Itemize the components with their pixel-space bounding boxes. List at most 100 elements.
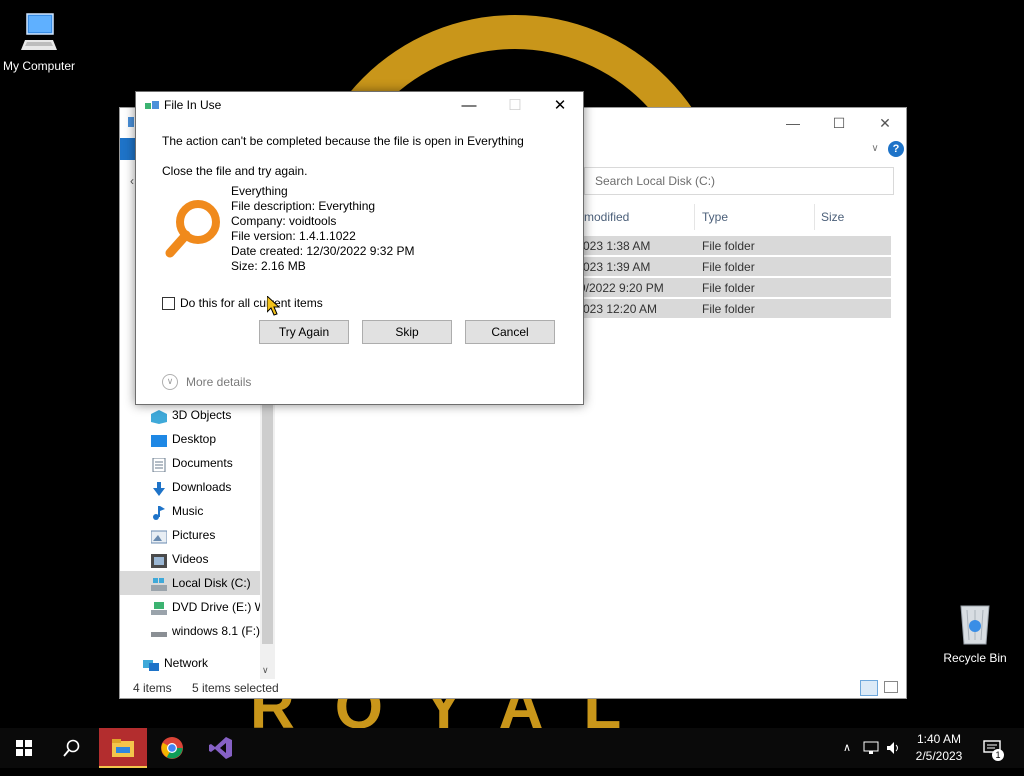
nav-item-3d-objects[interactable]: 3D Objects [120, 403, 260, 427]
network-tray-icon[interactable] [861, 728, 881, 768]
file-version: File version: 1.4.1.1022 [231, 229, 356, 243]
videos-icon [151, 552, 167, 568]
dialog-title: File In Use [164, 98, 222, 112]
nav-item-label: Documents [172, 456, 233, 470]
nav-scrollbar[interactable]: ∨ [260, 404, 275, 679]
nav-item-music[interactable]: Music [120, 499, 260, 523]
everything-app-icon [165, 200, 220, 258]
file-info: Everything File description: Everything … [231, 184, 414, 274]
column-header-modified[interactable]: modified [584, 204, 629, 230]
nav-item-label: Videos [172, 552, 209, 566]
clock-date: 2/5/2023 [915, 749, 963, 763]
nav-item-downloads[interactable]: Downloads [120, 475, 260, 499]
column-separator[interactable] [814, 204, 815, 230]
nav-item-label: Downloads [172, 480, 232, 494]
computer-icon [21, 13, 57, 50]
minimize-button[interactable]: — [770, 108, 816, 138]
network-icon [143, 656, 159, 671]
large-icons-view-icon[interactable] [884, 681, 898, 693]
nav-item-videos[interactable]: Videos [120, 547, 260, 571]
nav-item-label: 3D Objects [172, 408, 232, 422]
dialog-maximize-button: ☐ [508, 97, 522, 114]
table-row[interactable]: 023 1:39 AM File folder [575, 257, 891, 277]
nav-item-network[interactable]: Network [120, 651, 260, 675]
visual-studio-icon [209, 737, 232, 759]
recycle-bin-icon [960, 605, 990, 645]
nav-item-documents[interactable]: Documents [120, 451, 260, 475]
close-button[interactable]: ✕ [862, 108, 908, 138]
dialog-minimize-button[interactable]: — [446, 92, 492, 120]
nav-item-local-disk-c[interactable]: Local Disk (C:) [120, 571, 260, 595]
file-date-created: Date created: 12/30/2022 9:32 PM [231, 244, 415, 258]
table-row[interactable]: 023 1:38 AM File folder [575, 236, 891, 256]
file-description: File description: Everything [231, 199, 376, 213]
apply-to-all-checkbox[interactable] [162, 297, 175, 310]
back-arrow-icon[interactable]: ‹ [130, 174, 134, 188]
search-input[interactable]: Search Local Disk (C:) [584, 167, 894, 195]
help-icon[interactable]: ? [888, 141, 904, 157]
row-type: File folder [702, 260, 755, 274]
desktop-icon-label: My Computer [2, 59, 76, 73]
ribbon-left-accent [120, 138, 136, 160]
dialog-message: The action can't be completed because th… [162, 134, 524, 148]
row-type: File folder [702, 239, 755, 253]
table-row[interactable]: 023 12:20 AM File folder [575, 299, 891, 319]
details-view-icon[interactable] [860, 680, 878, 696]
clock-time: 1:40 AM [916, 732, 962, 746]
column-header-type[interactable]: Type [702, 204, 728, 230]
row-modified: 023 12:20 AM [583, 302, 658, 316]
skip-button[interactable]: Skip [362, 320, 452, 344]
status-selected-count: 5 items selected [192, 681, 279, 695]
network-icon [863, 741, 879, 754]
search-button[interactable] [48, 728, 96, 768]
try-again-button[interactable]: Try Again [259, 320, 349, 344]
row-type: File folder [702, 281, 755, 295]
row-modified: 023 1:39 AM [583, 260, 651, 274]
nav-item-label: Music [172, 504, 204, 518]
desktop-folder-icon [151, 432, 167, 447]
column-separator[interactable] [694, 204, 695, 230]
chevron-down-icon: ∨ [162, 374, 178, 390]
nav-item-label: Pictures [172, 528, 216, 542]
mouse-cursor-icon [267, 296, 281, 316]
taskbar-file-explorer[interactable] [99, 728, 147, 768]
cancel-button[interactable]: Cancel [465, 320, 555, 344]
scroll-down-icon[interactable]: ∨ [262, 665, 269, 676]
clock[interactable]: 1:40 AM 2/5/2023 [904, 728, 974, 768]
column-header-size[interactable]: Size [821, 204, 844, 230]
status-item-count: 4 items [133, 681, 172, 695]
dialog-hint: Close the file and try again. [162, 164, 308, 178]
nav-item-label: Desktop [172, 432, 217, 446]
search-icon [63, 739, 80, 757]
nav-item-label: DVD Drive (E:) W [172, 600, 260, 614]
maximize-button[interactable]: ☐ [816, 108, 862, 138]
desktop-icon-my-computer[interactable]: My Computer [0, 10, 78, 73]
volume-tray-icon[interactable] [884, 728, 904, 768]
dialog-close-button[interactable]: ✕ [537, 92, 583, 120]
row-type: File folder [702, 302, 755, 316]
table-row[interactable]: 9/2022 9:20 PM File folder [575, 278, 891, 298]
file-company: Company: voidtools [231, 214, 337, 228]
row-modified: 023 1:38 AM [583, 239, 651, 253]
taskbar-visual-studio[interactable] [197, 728, 245, 768]
nav-item-desktop[interactable]: Desktop [120, 427, 260, 451]
start-button[interactable] [0, 728, 48, 768]
chrome-icon [161, 737, 183, 759]
navigation-pane: 3D Objects Desktop Documents Downloads M… [120, 404, 276, 679]
desktop-icon-label: Recycle Bin [943, 651, 1007, 665]
drive-icon [151, 576, 167, 591]
apply-to-all-label[interactable]: Do this for all current items [180, 296, 323, 310]
notification-center-button[interactable]: 1 [980, 728, 1004, 768]
notification-badge: 1 [992, 749, 1004, 761]
taskbar-chrome[interactable] [148, 728, 196, 768]
nav-scrollbar-thumb[interactable] [262, 404, 273, 644]
speaker-icon [887, 742, 898, 754]
nav-item-windows-8-1-f[interactable]: windows 8.1 (F:) [120, 619, 260, 643]
nav-item-pictures[interactable]: Pictures [120, 523, 260, 547]
expand-ribbon-icon[interactable]: ∨ [868, 142, 882, 156]
desktop-icon-recycle-bin[interactable]: Recycle Bin [938, 602, 1012, 665]
show-hidden-icons-icon[interactable]: ∧ [838, 728, 856, 768]
nav-item-dvd-drive-e[interactable]: DVD Drive (E:) W [120, 595, 260, 619]
downloads-icon [151, 480, 167, 496]
nav-item-label: Network [164, 656, 209, 670]
